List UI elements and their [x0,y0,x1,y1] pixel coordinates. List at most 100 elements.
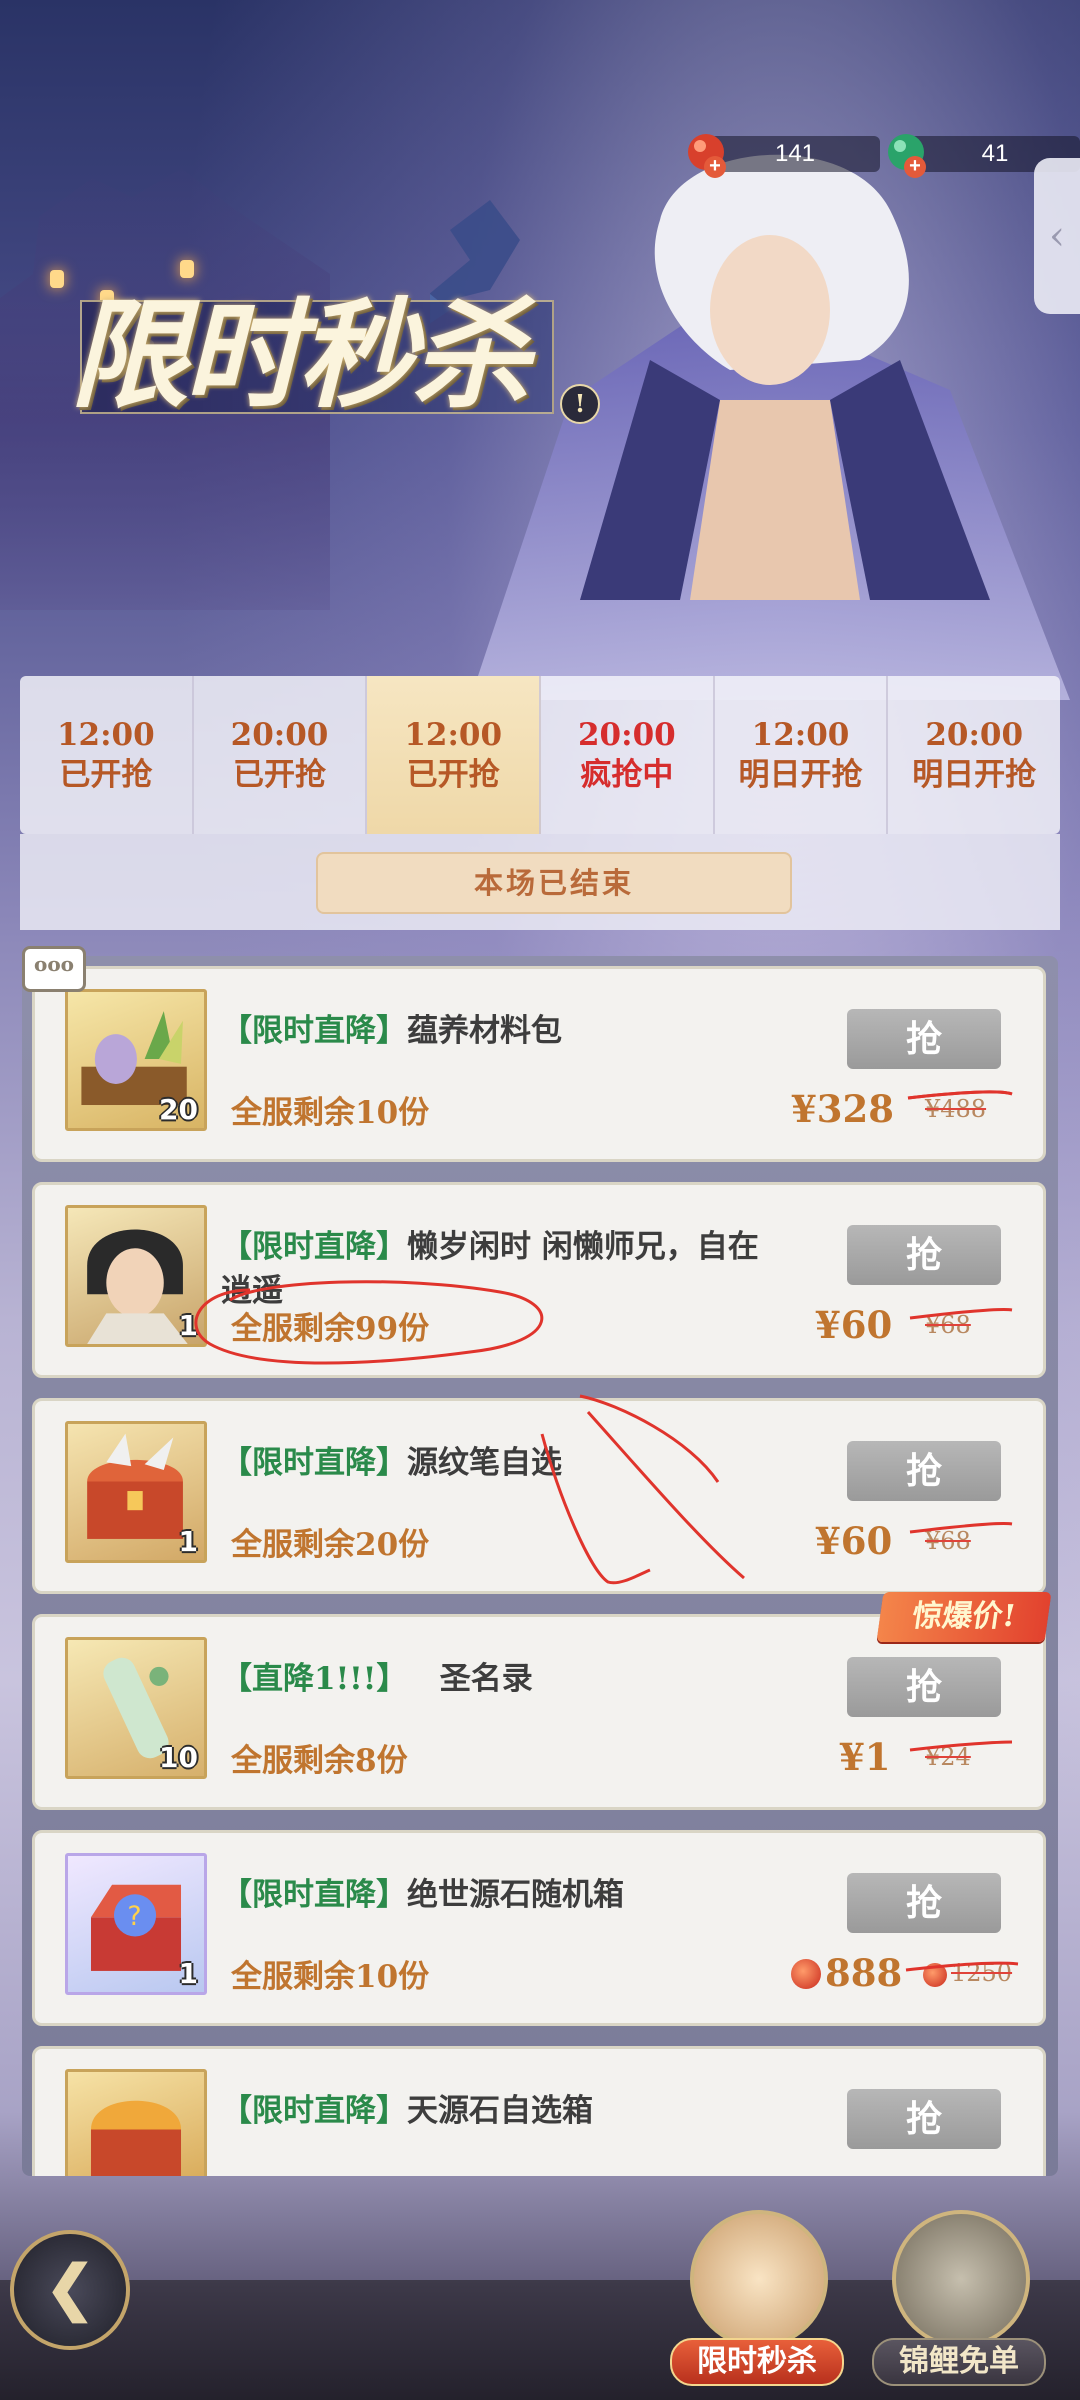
side-drawer-tab[interactable]: ‹ [1034,158,1080,314]
current-price: ¥60 [815,1303,893,1347]
grab-button[interactable]: 抢 [847,1009,1001,1069]
deal-card: ? 1 【限时直降】绝世源石随机箱 全服剩余10份 抢 888 1250 [32,1830,1046,2026]
tab-slot-1[interactable]: 12:00 已开抢 [20,676,194,834]
gold-chest-icon [90,2100,182,2176]
item-count: 1 [178,1309,198,1342]
item-remaining: 全服剩余99份 [231,1311,430,1347]
slot-state: 明日开抢 [738,757,863,793]
nav-flash-sale-label: 限时秒杀 [670,2338,844,2386]
deal-card: 10 【直降1!!!】 圣名录 全服剩余8份 抢 ¥1 ¥24 [32,1614,1046,1810]
item-name: 绝世源石随机箱 [407,1877,624,1913]
back-arrow-icon: ❮ [44,2253,96,2323]
current-price: ¥60 [815,1519,893,1563]
deal-card: 【限时直降】天源石自选箱 抢 [32,2046,1046,2176]
slot-time: 20:00 [925,717,1024,753]
red-gem-icon [923,1963,947,1987]
item-remaining: 全服剩余20份 [231,1527,430,1563]
grab-button[interactable]: 抢 [847,1441,1001,1501]
red-gem-icon [791,1959,821,1989]
slot-time: 20:00 [230,717,329,753]
grab-button[interactable]: 抢 [847,1873,1001,1933]
item-title: 【限时直降】天源石自选箱 [221,2089,781,2133]
current-price: 888 [825,1951,903,1995]
original-price: 1250 [951,1959,1013,1987]
item-thumbnail[interactable]: 1 [65,1205,207,1347]
deal-card: 1 【限时直降】源纹笔自选 全服剩余20份 抢 ¥60 ¥68 [32,1398,1046,1594]
item-remaining: 全服剩余10份 [231,1095,430,1131]
currency-red-gem: + 141 [688,134,880,178]
hot-price-badge: 惊爆价! [876,1592,1052,1642]
nav-flash-sale[interactable]: 限时秒杀 [670,2210,844,2400]
add-red-gem-button[interactable]: + [704,156,726,178]
slot-time: 12:00 [56,717,155,753]
item-thumbnail[interactable]: 20 [65,989,207,1131]
item-thumbnail[interactable]: 1 [65,1421,207,1563]
slot-time: 12:00 [751,717,850,753]
item-count: 1 [178,1525,198,1558]
deal-card: 1 【限时直降】懒岁闲时 闲懒师兄，自在逍遥 全服剩余99份 抢 ¥60 ¥68 [32,1182,1046,1378]
original-price: ¥68 [925,1527,971,1555]
item-name: 源纹笔自选 [407,1445,562,1481]
original-price: ¥68 [925,1311,971,1339]
item-count: 20 [159,1093,198,1126]
deal-card: 20 【限时直降】蕴养材料包 全服剩余10份 抢 ¥328 ¥488 [32,966,1046,1162]
original-price: ¥24 [925,1743,971,1771]
item-tag: 【直降1!!!】 [221,1661,408,1697]
currency-red-value: 141 [774,140,816,167]
svg-text:?: ? [127,1901,141,1932]
lucky-cat-icon [690,2210,828,2348]
nav-free-order-label: 锦鲤免单 [872,2338,1046,2386]
item-remaining: 全服剩余10份 [231,1959,430,1995]
event-title: 限时秒杀 [70,280,570,430]
chat-bubble-icon[interactable]: ooo [22,946,86,992]
item-name: 天源石自选箱 [407,2093,593,2129]
info-icon[interactable]: ! [560,384,600,424]
current-price: ¥328 [791,1087,894,1131]
item-title: 【限时直降】源纹笔自选 [221,1441,781,1485]
grab-button[interactable]: 抢 [847,2089,1001,2149]
item-thumbnail[interactable]: 10 [65,1637,207,1779]
deal-list[interactable]: 20 【限时直降】蕴养材料包 全服剩余10份 抢 ¥328 ¥488 1 【限时… [22,956,1058,2176]
tab-slot-3[interactable]: 12:00 已开抢 [367,676,542,834]
item-title: 【直降1!!!】 圣名录 [221,1657,781,1701]
item-thumbnail[interactable]: ? 1 [65,1853,207,1995]
item-name: 蕴养材料包 [407,1013,562,1049]
slot-state: 已开抢 [59,757,153,793]
slot-time: 20:00 [577,717,676,753]
back-button[interactable]: ❮ [10,2230,130,2350]
nav-free-order[interactable]: 锦鲤免单 [872,2210,1046,2400]
item-count: 10 [159,1741,198,1774]
free-ticket-icon [892,2210,1030,2348]
add-green-gem-button[interactable]: + [904,156,926,178]
item-title: 【限时直降】绝世源石随机箱 [221,1873,781,1917]
grab-button[interactable]: 抢 [847,1225,1001,1285]
original-price: ¥488 [925,1095,987,1123]
item-thumbnail[interactable] [65,2069,207,2176]
tab-slot-5[interactable]: 12:00 明日开抢 [715,676,889,834]
item-tag: 【限时直降】 [221,1013,407,1049]
slot-state: 明日开抢 [912,757,1037,793]
item-tag: 【限时直降】 [221,2093,407,2129]
tab-slot-4[interactable]: 20:00 疯抢中 [541,676,715,834]
item-tag: 【限时直降】 [221,1877,407,1913]
page-title: 限时秒杀 [70,285,530,424]
item-title: 【限时直降】懒岁闲时 闲懒师兄，自在逍遥 [221,1225,781,1313]
session-status-bar: 本场已结束 [20,834,1060,930]
time-slot-tabs: 12:00 已开抢 20:00 已开抢 12:00 已开抢 20:00 疯抢中 … [20,676,1060,834]
slot-state: 已开抢 [233,757,326,793]
session-ended-banner: 本场已结束 [316,852,792,914]
current-price: ¥1 [839,1735,891,1779]
item-tag: 【限时直降】 [221,1445,407,1481]
item-count: 1 [178,1957,198,1990]
slot-time: 12:00 [404,717,503,753]
slot-state: 疯抢中 [580,757,674,793]
chevron-left-icon: ‹ [1049,213,1065,259]
currency-green-value: 41 [981,140,1009,167]
tab-slot-6[interactable]: 20:00 明日开抢 [888,676,1060,834]
slot-state: 已开抢 [406,757,500,793]
tab-slot-2[interactable]: 20:00 已开抢 [194,676,368,834]
item-remaining: 全服剩余8份 [231,1743,408,1779]
grab-button[interactable]: 抢 [847,1657,1001,1717]
item-name: 圣名录 [439,1661,533,1697]
item-tag: 【限时直降】 [221,1229,407,1265]
